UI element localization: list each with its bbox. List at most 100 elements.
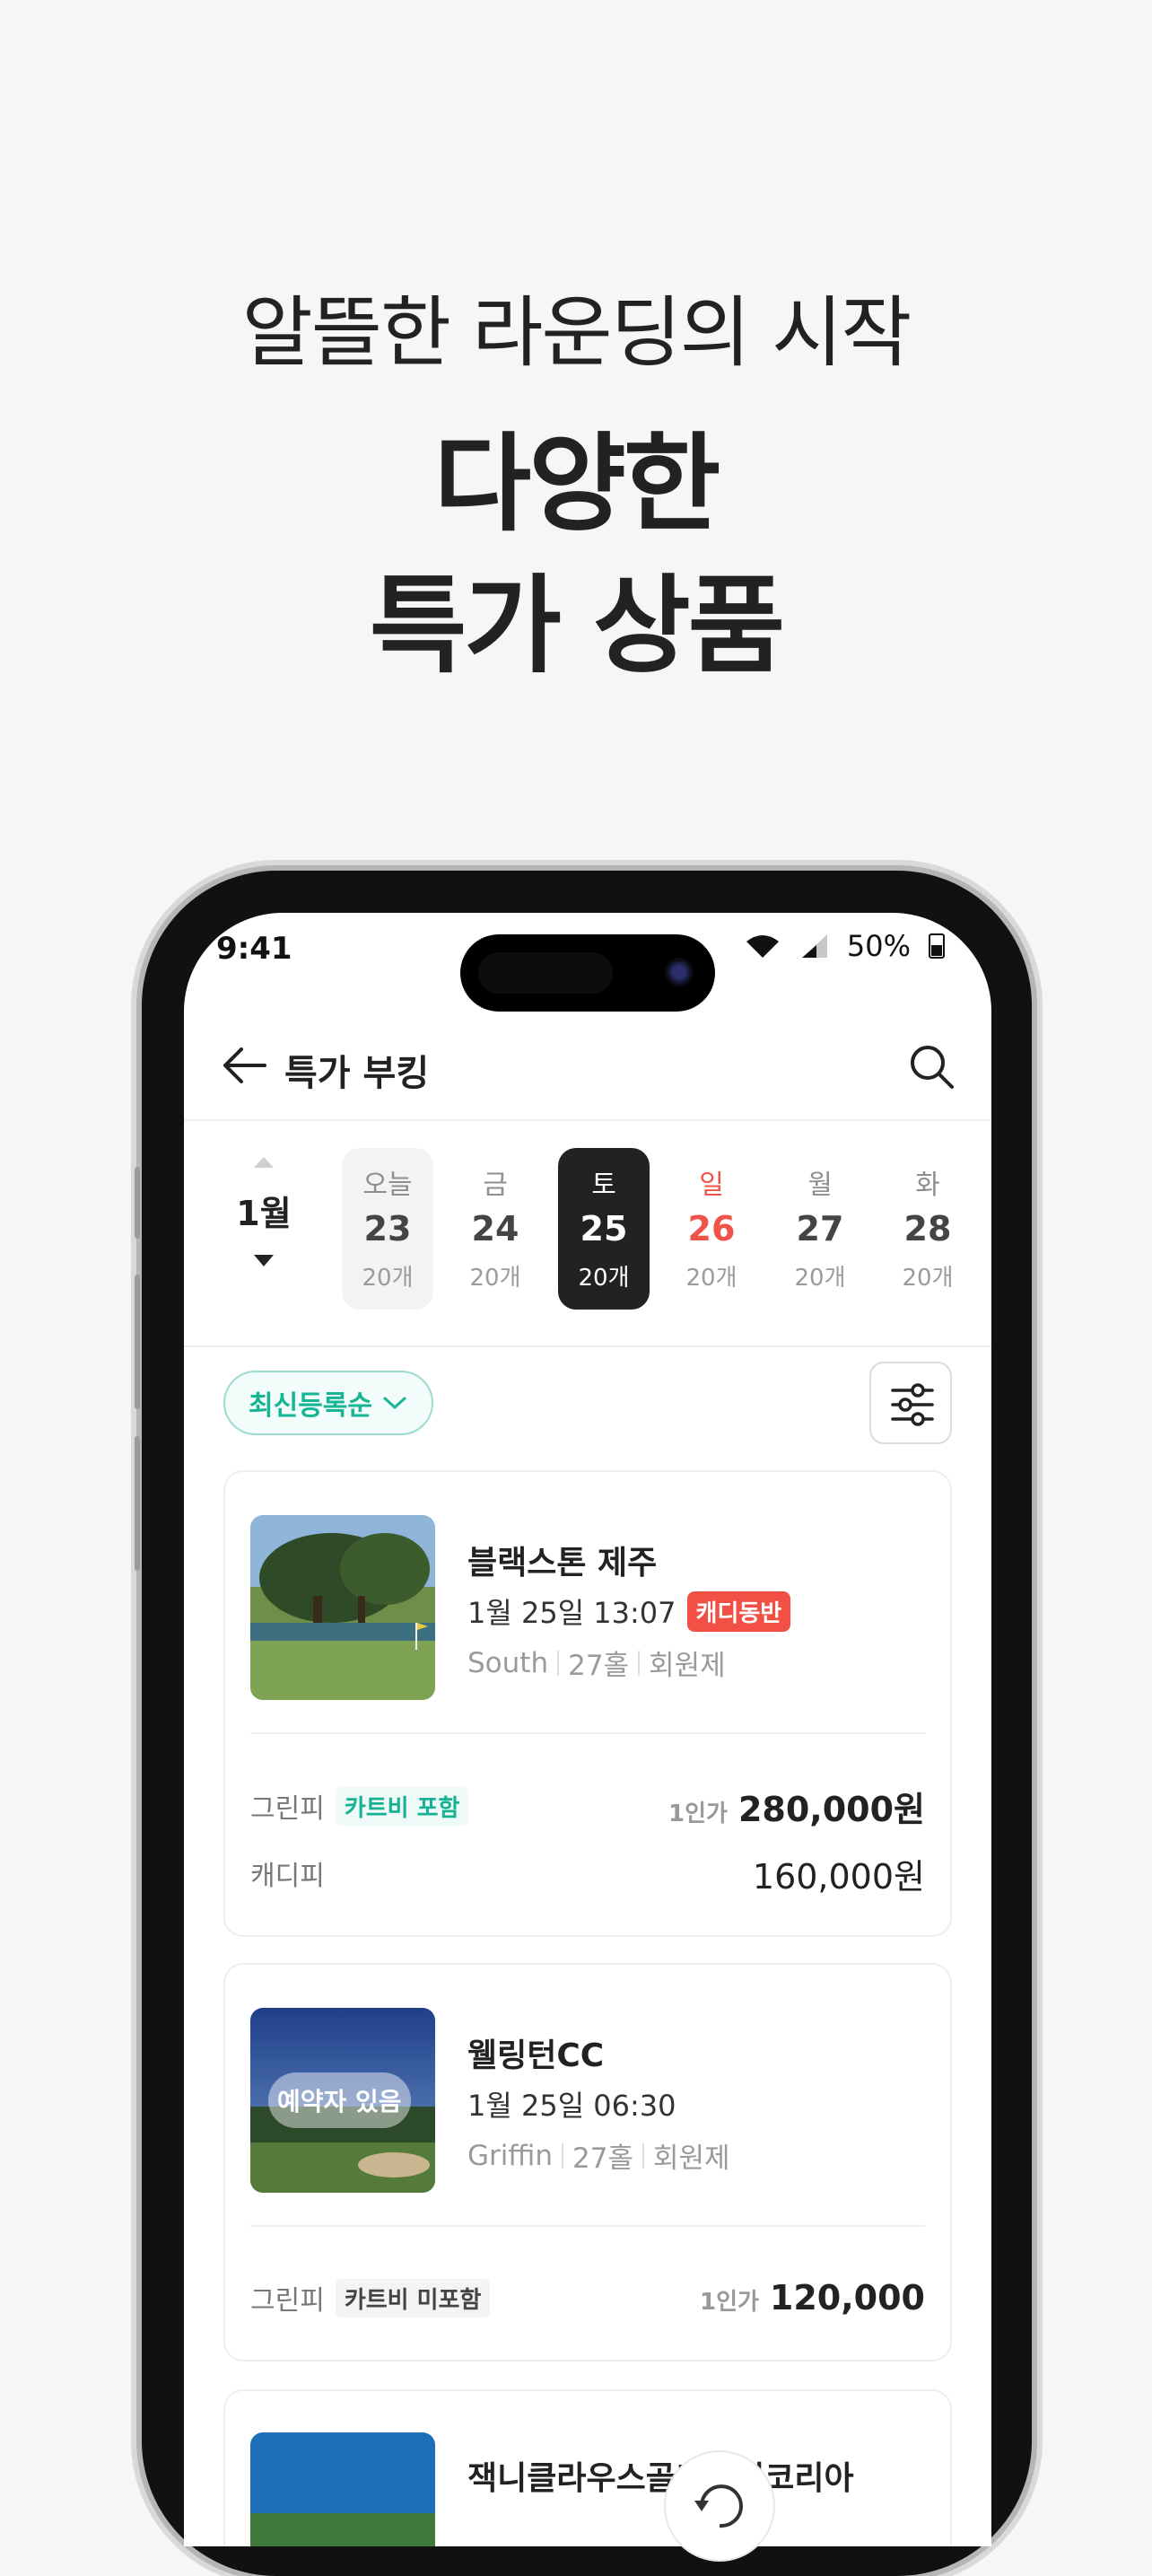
per-person-label: 1인가 bbox=[668, 1800, 728, 1827]
day-number: 23 bbox=[363, 1209, 412, 1249]
course-meta: South 27홀 회원제 bbox=[467, 1643, 726, 1683]
tee-time-row: 1월 25일 06:30 bbox=[467, 2083, 676, 2125]
day-count: 20개 bbox=[902, 1265, 954, 1292]
tee-time: 1월 25일 06:30 bbox=[467, 2089, 676, 2123]
day-count: 20개 bbox=[362, 1265, 414, 1292]
green-fee-price: 280,000원 bbox=[737, 1789, 925, 1829]
app-header: 특가 부킹 bbox=[184, 1012, 991, 1121]
product-card[interactable]: 잭니클라우스골프클럽코리아 bbox=[223, 2389, 952, 2546]
green-fee-price: 120,000 bbox=[769, 2278, 925, 2318]
caddy-badge: 캐디동반 bbox=[686, 1590, 791, 1632]
day-number: 28 bbox=[903, 1209, 952, 1249]
chevron-down-icon bbox=[383, 1397, 406, 1409]
green-fee-price-group: 1인가 120,000 bbox=[700, 2278, 925, 2318]
day-weekday: 일 bbox=[699, 1170, 724, 1201]
cart-fee-badge: 카트비 포함 bbox=[335, 1786, 469, 1826]
page-title: 특가 부킹 bbox=[284, 1053, 430, 1094]
green-fee-row: 그린피 카트비 포함 1인가 280,000원 bbox=[250, 1782, 925, 1831]
phone-screen: 9:41 50% 특가 부킹 1월 오늘 23 20개 금 24 20개 토 2… bbox=[184, 913, 991, 2546]
date-picker: 1월 오늘 23 20개 금 24 20개 토 25 20개 일 26 20개 … bbox=[184, 1121, 991, 1347]
volume-up-button bbox=[135, 1275, 140, 1409]
meta-divider bbox=[641, 2142, 644, 2169]
product-card[interactable]: 블랙스톤 제주 1월 25일 13:07 캐디동반 South 27홀 회원제 … bbox=[223, 1470, 952, 1937]
arrow-left-icon[interactable] bbox=[218, 1040, 272, 1091]
month-label: 1월 bbox=[236, 1194, 292, 1233]
green-fee-label: 그린피 bbox=[250, 1793, 325, 1825]
meta-divider bbox=[557, 1650, 560, 1676]
card-divider bbox=[250, 2225, 925, 2227]
caddy-fee-price-group: 160,000원 bbox=[753, 1849, 925, 1898]
day-25[interactable]: 토 25 20개 bbox=[558, 1148, 650, 1310]
hero-subtitle: 알뜰한 라운딩의 시작 bbox=[241, 288, 912, 378]
day-26[interactable]: 일 26 20개 bbox=[666, 1148, 757, 1310]
sort-dropdown[interactable]: 최신등록순 bbox=[223, 1371, 433, 1435]
day-weekday: 화 bbox=[915, 1170, 940, 1201]
caddy-fee-row: 캐디피 160,000원 bbox=[250, 1849, 925, 1898]
day-count: 20개 bbox=[685, 1265, 737, 1292]
course-holes: 27홀 bbox=[568, 1650, 630, 1682]
refresh-button[interactable] bbox=[664, 2450, 775, 2562]
meta-divider bbox=[638, 1650, 641, 1676]
tee-time-row: 1월 25일 13:07 캐디동반 bbox=[467, 1590, 791, 1632]
course-membership: 회원제 bbox=[649, 1650, 726, 1682]
day-count: 20개 bbox=[469, 1265, 521, 1292]
course-section: South bbox=[467, 1646, 549, 1679]
filter-button[interactable] bbox=[869, 1362, 952, 1444]
sort-label: 최신등록순 bbox=[249, 1390, 372, 1422]
day-23[interactable]: 오늘 23 20개 bbox=[342, 1148, 433, 1310]
volume-down-button bbox=[135, 1436, 140, 1571]
green-fee-price-group: 1인가 280,000원 bbox=[668, 1782, 925, 1831]
month-next-icon[interactable] bbox=[254, 1255, 274, 1266]
refresh-icon bbox=[694, 2484, 743, 2528]
reservation-exists-badge: 예약자 있음 bbox=[268, 2072, 411, 2128]
month-prev-icon[interactable] bbox=[254, 1157, 274, 1168]
month-selector[interactable]: 1월 bbox=[223, 1157, 304, 1266]
hero-title: 다양한 특가 상품 bbox=[0, 413, 1152, 697]
product-card[interactable]: 예약자 있음 웰링턴CC 1월 25일 06:30 Griffin 27홀 회원… bbox=[223, 1963, 952, 2361]
sliders-icon bbox=[891, 1383, 934, 1426]
camera-icon bbox=[665, 958, 694, 986]
hero-title-line2: 특가 상품 bbox=[369, 564, 785, 688]
day-27[interactable]: 월 27 20개 bbox=[774, 1148, 866, 1310]
dynamic-island bbox=[460, 934, 715, 1012]
search-icon[interactable] bbox=[907, 1042, 956, 1091]
status-icons: 50% bbox=[745, 929, 945, 963]
caddy-fee-price: 160,000원 bbox=[752, 1856, 925, 1897]
green-fee-label: 그린피 bbox=[250, 2285, 325, 2317]
cart-fee-badge: 카트비 미포함 bbox=[335, 2278, 491, 2318]
island-sensor bbox=[478, 952, 613, 994]
course-section: Griffin bbox=[467, 2139, 553, 2172]
course-thumbnail bbox=[250, 1515, 435, 1700]
per-person-label: 1인가 bbox=[699, 2289, 759, 2316]
course-thumbnail bbox=[250, 2432, 435, 2546]
card-divider bbox=[250, 1732, 925, 1734]
battery-icon bbox=[929, 933, 945, 959]
hero-title-line1: 다양한 bbox=[433, 422, 721, 546]
day-count: 20개 bbox=[578, 1265, 630, 1292]
battery-percent: 50% bbox=[846, 929, 911, 963]
course-meta: Griffin 27홀 회원제 bbox=[467, 2135, 730, 2176]
day-weekday: 월 bbox=[807, 1170, 833, 1201]
day-number: 25 bbox=[580, 1209, 628, 1249]
day-number: 24 bbox=[471, 1209, 519, 1249]
course-name: 블랙스톤 제주 bbox=[467, 1545, 658, 1582]
day-weekday: 금 bbox=[483, 1170, 508, 1201]
mute-switch bbox=[135, 1167, 140, 1239]
day-28[interactable]: 화 28 20개 bbox=[882, 1148, 973, 1310]
course-membership: 회원제 bbox=[652, 2142, 730, 2175]
day-count: 20개 bbox=[794, 1265, 846, 1292]
tee-time: 1월 25일 13:07 bbox=[467, 1596, 676, 1630]
caddy-fee-label: 캐디피 bbox=[250, 1861, 325, 1892]
wifi-icon bbox=[746, 935, 779, 958]
day-number: 27 bbox=[796, 1209, 844, 1249]
day-weekday: 오늘 bbox=[362, 1170, 413, 1201]
cellular-signal-icon bbox=[801, 934, 827, 958]
day-number: 26 bbox=[687, 1209, 736, 1249]
course-thumbnail: 예약자 있음 bbox=[250, 2008, 435, 2193]
day-weekday: 토 bbox=[591, 1170, 616, 1201]
day-24[interactable]: 금 24 20개 bbox=[449, 1148, 541, 1310]
course-name: 잭니클라우스골프클럽코리아 bbox=[467, 2460, 854, 2497]
status-time: 9:41 bbox=[216, 931, 292, 967]
green-fee-row: 그린피 카트비 미포함 1인가 120,000 bbox=[250, 2275, 925, 2320]
course-name: 웰링턴CC bbox=[467, 2037, 605, 2074]
